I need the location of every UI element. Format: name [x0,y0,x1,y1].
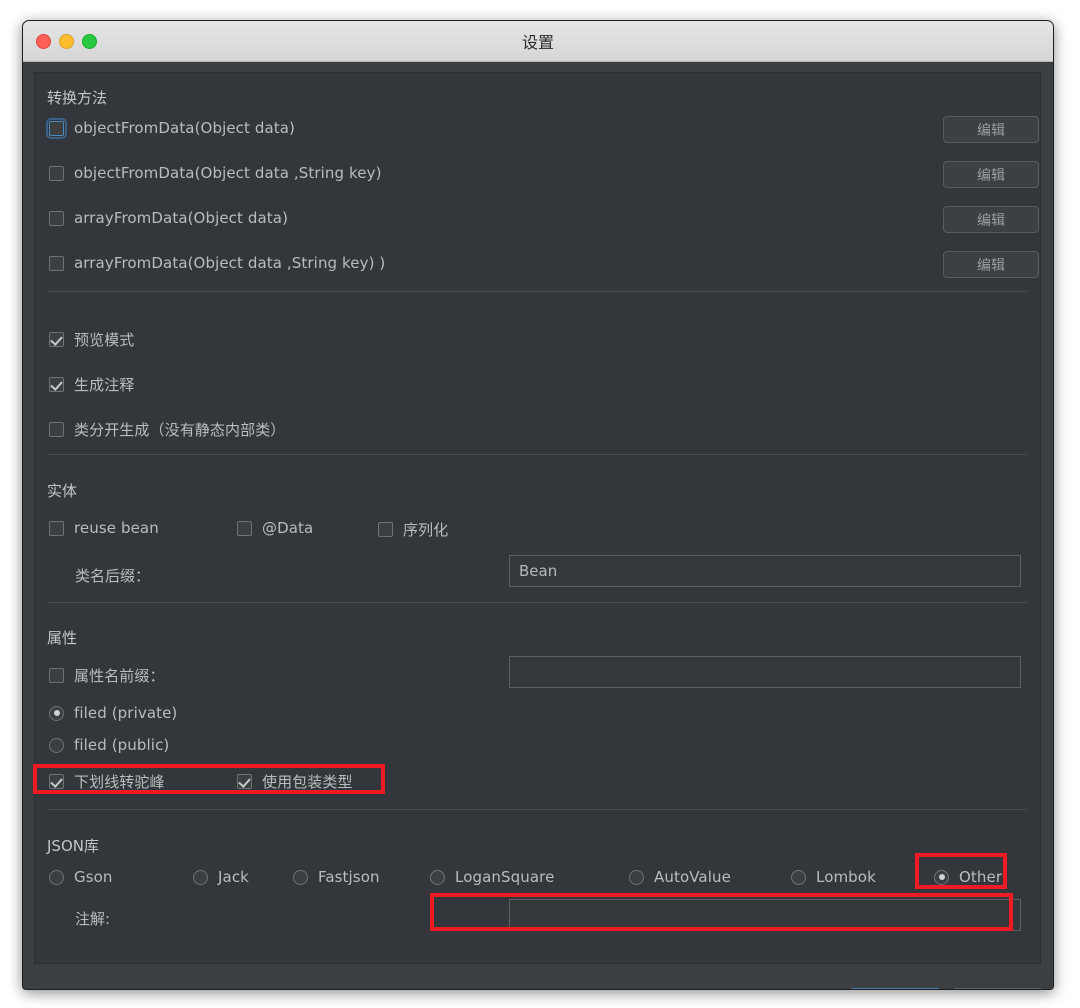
checkbox-icon[interactable] [49,165,64,181]
checkbox-row-serializable[interactable]: 序列化 [378,519,448,540]
edit-button-array-from-data-key[interactable]: 编辑 [943,251,1039,278]
edit-button-object-from-data[interactable]: 编辑 [943,116,1039,143]
checkbox-icon[interactable] [378,522,393,537]
edit-button-object-from-data-key[interactable]: 编辑 [943,161,1039,188]
checkbox-row-array-from-data[interactable]: arrayFromData(Object data) [49,209,288,227]
window-title: 设置 [521,33,554,52]
checkbox-label: 类分开生成（没有静态内部类） [74,421,286,439]
radio-icon[interactable] [49,737,64,753]
radio-label: filed (private) [74,704,178,722]
checkbox-row-at-data[interactable]: @Data [237,519,313,537]
radio-icon[interactable] [49,705,64,721]
checkbox-label: 生成注释 [74,376,135,394]
radio-icon[interactable] [49,869,64,885]
radio-label: LoganSquare [455,868,555,886]
checkbox-label: 下划线转驼峰 [74,773,165,791]
radio-row-fastjson[interactable]: Fastjson [293,868,380,886]
checkbox-row-field-prefix[interactable]: 属性名前缀： [49,665,165,686]
radio-label: Jack [218,868,249,886]
close-button-icon[interactable] [36,33,51,49]
checkbox-row-object-from-data[interactable]: objectFromData(Object data) [46,117,296,139]
checkbox-row-array-from-data-key[interactable]: arrayFromData(Object data ,String key) ) [49,254,385,272]
section-title-entity: 实体 [47,482,78,500]
zoom-button-icon[interactable] [82,33,97,49]
radio-row-autovalue[interactable]: AutoValue [629,868,731,886]
checkbox-row-separate-class[interactable]: 类分开生成（没有静态内部类） [49,419,285,440]
edit-button-array-from-data[interactable]: 编辑 [943,206,1039,233]
checkbox-label: arrayFromData(Object data) [74,209,289,227]
radio-icon[interactable] [791,869,806,885]
checkbox-icon[interactable] [49,774,64,789]
checkbox-icon[interactable] [237,774,252,789]
checkbox-icon[interactable] [237,520,252,536]
checkbox-row-reuse-bean[interactable]: reuse bean [49,519,159,537]
checkbox-row-object-from-data-key[interactable]: objectFromData(Object data ,String key) [49,164,382,182]
checkbox-label: objectFromData(Object data) [74,119,296,137]
minimize-button-icon[interactable] [59,33,74,49]
screenshot-root: 设置 转换方法 objectFromData(Object data) 编辑 o… [0,0,1080,1008]
radio-icon[interactable] [293,869,308,885]
radio-icon[interactable] [193,869,208,885]
section-title-json-lib: JSON库 [47,837,99,855]
checkbox-label: objectFromData(Object data ,String key) [74,164,382,182]
confirm-button[interactable]: 确定 [849,988,941,989]
checkbox-icon[interactable] [49,377,64,392]
checkbox-label: @Data [262,519,314,537]
window-controls [36,33,97,49]
radio-row-field-public[interactable]: filed (public) [49,736,169,754]
radio-row-jack[interactable]: Jack [193,868,249,886]
section-divider-2 [47,454,1027,455]
section-divider-4 [47,809,1027,810]
cancel-button[interactable]: 取消 [952,988,1044,989]
checkbox-icon[interactable] [49,255,64,271]
settings-panel: 转换方法 objectFromData(Object data) 编辑 obje… [34,72,1041,964]
section-divider-1 [47,291,1027,292]
radio-row-gson[interactable]: Gson [49,868,113,886]
window-titlebar[interactable]: 设置 [23,21,1053,62]
radio-label: AutoValue [654,868,731,886]
section-title-convert-methods: 转换方法 [47,89,108,107]
checkbox-label: reuse bean [74,519,159,537]
section-divider-3 [47,602,1027,603]
checkbox-label: 使用包装类型 [262,773,353,791]
radio-label: Lombok [816,868,876,886]
radio-icon[interactable] [430,869,445,885]
checkbox-row-use-wrapper-type[interactable]: 使用包装类型 [237,771,353,792]
checkbox-icon[interactable] [49,332,64,347]
checkbox-icon[interactable] [49,668,64,683]
radio-row-field-private[interactable]: filed (private) [49,704,177,722]
radio-label: Other [959,868,1003,886]
checkbox-icon[interactable] [49,210,64,226]
radio-row-logansquare[interactable]: LoganSquare [430,868,554,886]
settings-dialog-window: 设置 转换方法 objectFromData(Object data) 编辑 o… [22,20,1054,990]
annotation-input[interactable] [509,899,1021,931]
radio-label: Fastjson [318,868,380,886]
class-suffix-input[interactable]: Bean [509,555,1021,587]
checkbox-row-generate-comment[interactable]: 生成注释 [49,374,134,395]
radio-icon[interactable] [629,869,644,885]
radio-label: filed (public) [74,736,170,754]
checkbox-row-underscore-to-camel[interactable]: 下划线转驼峰 [49,771,165,792]
dialog-body: 转换方法 objectFromData(Object data) 编辑 obje… [23,62,1053,989]
checkbox-icon[interactable] [49,520,64,536]
checkbox-label: 预览模式 [74,331,135,349]
checkbox-label: arrayFromData(Object data ,String key) ) [74,254,386,272]
label-annotation: 注解: [75,910,111,928]
radio-row-other[interactable]: Other [934,868,1002,886]
checkbox-label: 序列化 [403,521,449,539]
label-class-suffix: 类名后缀： [75,567,151,585]
radio-label: Gson [74,868,113,886]
checkbox-label: 属性名前缀： [74,667,165,685]
radio-row-lombok[interactable]: Lombok [791,868,876,886]
field-prefix-input[interactable] [509,656,1021,688]
checkbox-row-preview-mode[interactable]: 预览模式 [49,329,134,350]
checkbox-icon[interactable] [49,422,64,437]
checkbox-icon[interactable] [46,117,67,139]
section-title-attributes: 属性 [47,629,78,647]
radio-icon[interactable] [934,869,949,885]
